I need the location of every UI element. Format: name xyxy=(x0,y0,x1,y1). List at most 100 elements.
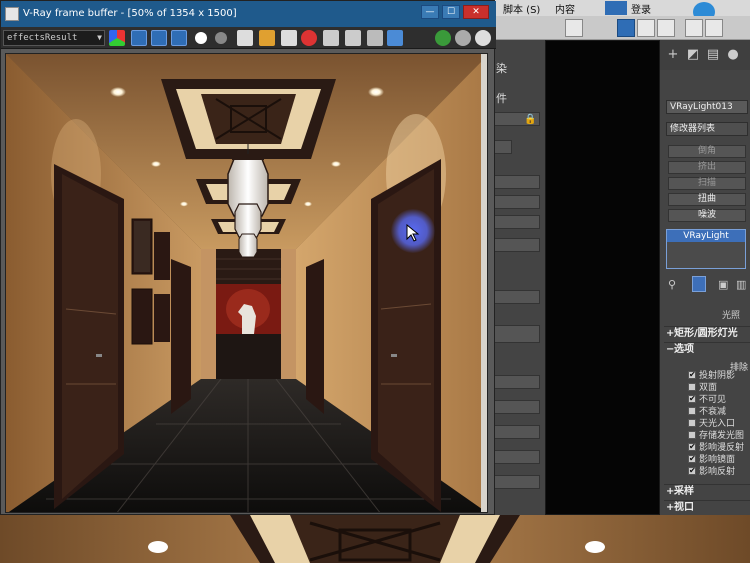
modifier-bevel-button[interactable]: 倒角 xyxy=(668,145,746,158)
minimize-button[interactable]: — xyxy=(421,5,439,19)
rollout-viewport[interactable]: + 视口 xyxy=(664,500,750,514)
mouse-pointer-icon xyxy=(406,224,420,242)
save-icon[interactable] xyxy=(237,30,253,46)
rollout-rect-circle-light[interactable]: + 矩形/圆形灯光 xyxy=(664,326,750,340)
menu-login[interactable]: 登录 xyxy=(631,1,651,16)
track-mouse-icon[interactable] xyxy=(367,30,383,46)
option-label: 影响漫反射 xyxy=(699,443,745,453)
checkbox[interactable] xyxy=(688,419,696,427)
rollout-options[interactable]: − 选项 xyxy=(664,342,750,356)
option-cast-shadows[interactable]: 投射阴影 xyxy=(688,369,736,382)
channel-dropdown[interactable]: effectsResult ▼ xyxy=(3,30,105,46)
alpha-icon[interactable] xyxy=(195,32,207,44)
rollout-sampling[interactable]: + 采样 xyxy=(664,484,750,498)
option-label: 影响反射 xyxy=(699,467,736,477)
modifier-noise-button[interactable]: 噪波 xyxy=(668,209,746,222)
region-render-icon[interactable] xyxy=(345,30,361,46)
load-icon[interactable] xyxy=(259,30,275,46)
checkbox[interactable] xyxy=(688,383,696,391)
checkbox[interactable] xyxy=(688,465,696,476)
modifier-sweep-button[interactable]: 扫描 xyxy=(668,177,746,190)
mid-field-8[interactable] xyxy=(494,375,540,389)
lock-icon[interactable]: 🔒 xyxy=(524,114,536,125)
timeline-icon[interactable] xyxy=(657,19,675,37)
mid-tab[interactable] xyxy=(494,140,512,154)
option-store-irradiance[interactable]: 存储发光图 xyxy=(688,431,744,442)
grid-icon[interactable] xyxy=(565,19,583,37)
option-invisible[interactable]: 不可见 xyxy=(688,393,727,406)
lens-effects-icon[interactable] xyxy=(475,30,491,46)
show-end-result-icon[interactable] xyxy=(692,276,706,292)
duplicate-icon[interactable] xyxy=(323,30,339,46)
render-setup-icon[interactable] xyxy=(685,19,703,37)
mono-icon[interactable] xyxy=(215,32,227,44)
option-label: 天光入口 xyxy=(699,419,736,429)
pin-icon[interactable]: ⚲ xyxy=(668,278,676,291)
viewport-dark[interactable] xyxy=(545,40,660,515)
menu-script[interactable]: 脚本 (S) xyxy=(503,1,540,16)
option-affect-diffuse[interactable]: 影响漫反射 xyxy=(688,441,745,454)
render-frame-icon[interactable] xyxy=(705,19,723,37)
render-start-icon[interactable] xyxy=(435,30,451,46)
mid-field-6[interactable] xyxy=(494,290,540,304)
rendered-corridor xyxy=(6,54,487,512)
mid-field-7[interactable] xyxy=(494,325,540,343)
vray-app-icon xyxy=(5,7,19,21)
create-icon[interactable]: + xyxy=(666,48,680,62)
mid-field-4[interactable] xyxy=(494,215,540,229)
rollout-viewport-title: 视口 xyxy=(674,502,694,513)
option-label: 投射阴影 xyxy=(699,371,736,381)
vray-toolbar: effectsResult ▼ xyxy=(1,27,496,49)
stop-render-icon[interactable] xyxy=(301,30,317,46)
mid-field-11[interactable] xyxy=(494,450,540,464)
checkbox[interactable] xyxy=(688,453,696,464)
option-label: 双面 xyxy=(699,383,718,393)
checkbox[interactable] xyxy=(688,369,696,380)
green-channel-button[interactable] xyxy=(151,30,167,46)
make-unique-icon[interactable]: ▣ xyxy=(718,278,728,291)
option-affect-reflections[interactable]: 影响反射 xyxy=(688,465,736,478)
stack-item-vraylight[interactable]: VRayLight xyxy=(667,230,745,242)
option-label: 存储发光图 xyxy=(699,431,745,441)
modifier-stack[interactable]: VRayLight xyxy=(666,229,746,269)
mid-field-5[interactable] xyxy=(494,238,540,252)
rollout-options-title: 选项 xyxy=(674,344,694,355)
menu-content[interactable]: 内容 xyxy=(555,1,575,16)
history-icon[interactable] xyxy=(455,30,471,46)
modifier-extrude-button[interactable]: 挤出 xyxy=(668,161,746,174)
preview-strip-scene xyxy=(0,515,750,563)
blue-channel-button[interactable] xyxy=(171,30,187,46)
maximize-button[interactable]: ☐ xyxy=(442,5,460,19)
display-icon[interactable]: ● xyxy=(726,48,740,62)
remove-modifier-icon[interactable]: ▥ xyxy=(736,278,746,291)
layout-icon[interactable] xyxy=(617,19,635,37)
option-label: 影响镜面 xyxy=(699,455,736,465)
mid-field-2[interactable] xyxy=(494,175,540,189)
red-channel-button[interactable] xyxy=(131,30,147,46)
clear-icon[interactable] xyxy=(281,30,297,46)
close-button[interactable]: ✕ xyxy=(463,5,489,19)
render-last-icon[interactable] xyxy=(387,30,403,46)
mid-field-12[interactable] xyxy=(494,475,540,489)
command-panel-tabs: + ◩ ▤ ● xyxy=(660,40,750,70)
hierarchy-icon[interactable]: ▤ xyxy=(706,48,720,62)
modifier-twist-button[interactable]: 扭曲 xyxy=(668,193,746,206)
mid-field-3[interactable] xyxy=(494,195,540,209)
rgb-color-icon[interactable] xyxy=(109,30,125,46)
graph-icon[interactable] xyxy=(637,19,655,37)
checkbox[interactable] xyxy=(688,441,696,452)
option-label: 不可见 xyxy=(699,395,727,405)
option-no-decay[interactable]: 不衰减 xyxy=(688,407,726,418)
sign-in-icon[interactable] xyxy=(605,1,627,15)
vray-titlebar[interactable]: V-Ray frame buffer - [50% of 1354 x 1500… xyxy=(1,1,496,27)
render-image[interactable] xyxy=(5,53,488,513)
checkbox[interactable] xyxy=(688,431,696,439)
object-name-field[interactable]: VRayLight013 xyxy=(666,100,748,114)
checkbox[interactable] xyxy=(688,407,696,415)
mid-field-10[interactable] xyxy=(494,425,540,439)
modifier-list-dropdown[interactable]: 修改器列表 xyxy=(666,122,748,136)
modify-icon[interactable]: ◩ xyxy=(686,48,700,62)
mid-field-9[interactable] xyxy=(494,400,540,414)
option-skylight-portal[interactable]: 天光入口 xyxy=(688,419,735,430)
checkbox[interactable] xyxy=(688,393,696,404)
